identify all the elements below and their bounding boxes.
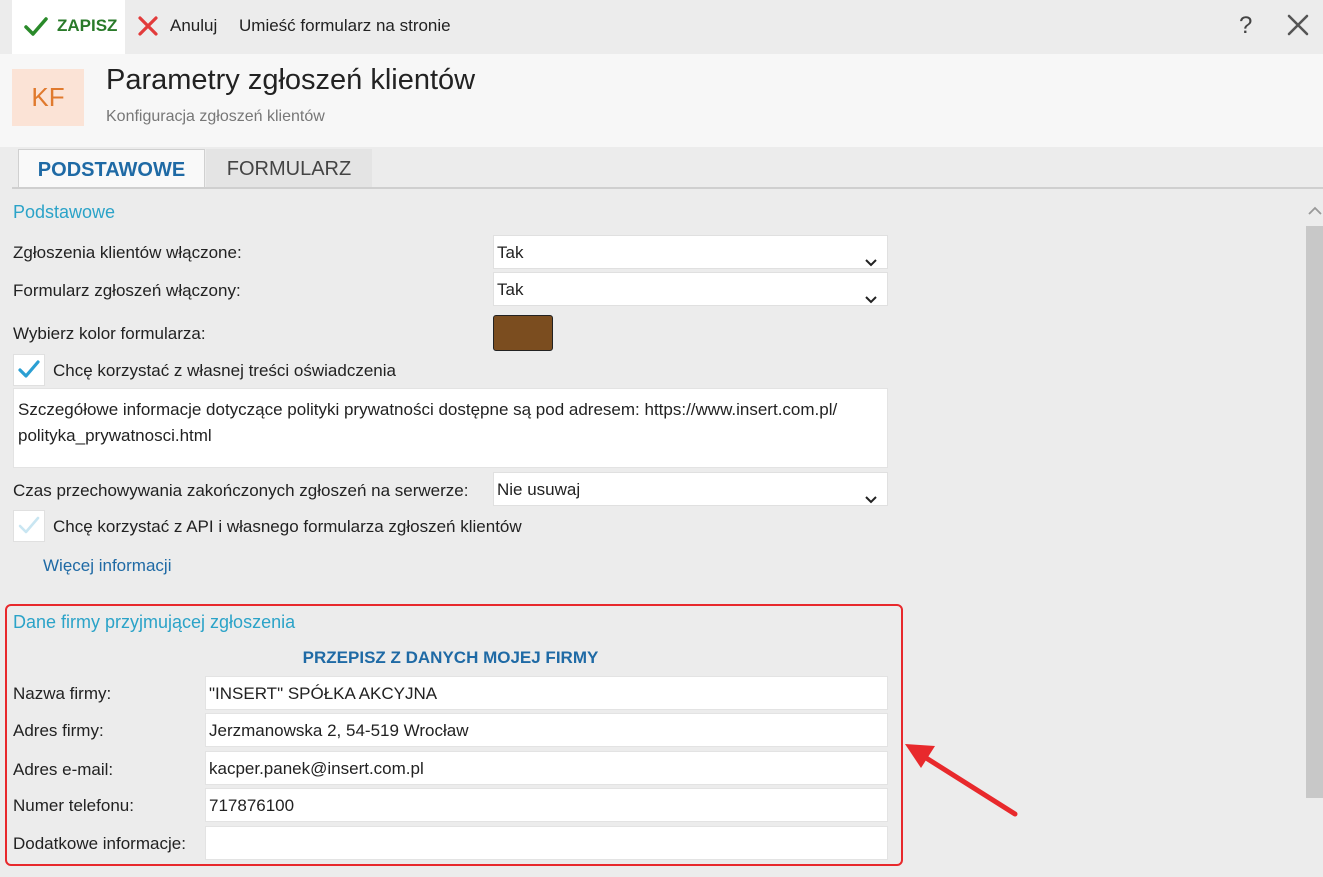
- form-enabled-select[interactable]: Tak: [493, 272, 888, 306]
- api-checkbox[interactable]: [13, 510, 45, 542]
- own-statement-label: Chcę korzystać z własnej treści oświadcz…: [53, 361, 396, 380]
- statement-textarea[interactable]: Szczegółowe informacje dotyczące polityk…: [13, 388, 888, 468]
- page-subtitle: Konfiguracja zgłoszeń klientów: [106, 108, 325, 125]
- cancel-x-icon[interactable]: [138, 16, 158, 41]
- section-title-company: Dane firmy przyjmującej zgłoszenia: [13, 612, 296, 632]
- company-extra-label: Dodatkowe informacje:: [13, 834, 186, 853]
- enabled-select-value: Tak: [497, 243, 524, 262]
- chevron-down-icon: [865, 484, 877, 517]
- statement-line-1: Szczegółowe informacje dotyczące polityk…: [18, 400, 838, 419]
- chevron-down-icon: [865, 284, 877, 317]
- tabs-divider: [12, 187, 1323, 189]
- own-statement-checkbox[interactable]: [13, 354, 45, 386]
- company-address-label: Adres firmy:: [13, 721, 104, 740]
- check-icon: [18, 516, 40, 534]
- retention-label: Czas przechowywania zakończonych zgłosze…: [13, 481, 469, 500]
- cancel-button[interactable]: Anuluj: [170, 16, 217, 36]
- page-title: Parametry zgłoszeń klientów: [106, 64, 476, 96]
- company-name-input[interactable]: "INSERT" SPÓŁKA AKCYJNA: [205, 676, 888, 710]
- enabled-label: Zgłoszenia klientów włączone:: [13, 243, 242, 262]
- help-icon[interactable]: ?: [1239, 12, 1252, 40]
- checkmark-icon: [24, 14, 48, 43]
- color-label: Wybierz kolor formularza:: [13, 324, 206, 343]
- vertical-scrollbar[interactable]: [1306, 226, 1323, 798]
- company-extra-input[interactable]: [205, 826, 888, 860]
- company-name-label: Nazwa firmy:: [13, 684, 112, 703]
- company-email-label: Adres e-mail:: [13, 760, 114, 779]
- scroll-up-icon[interactable]: [1308, 204, 1322, 222]
- company-phone-label: Numer telefonu:: [13, 796, 134, 815]
- form-enabled-select-value: Tak: [497, 280, 524, 299]
- statement-line-2: polityka_prywatnosci.html: [18, 426, 212, 445]
- color-picker[interactable]: [493, 315, 553, 351]
- company-phone-input[interactable]: 717876100: [205, 788, 888, 822]
- publish-form-button[interactable]: Umieść formularz na stronie: [239, 16, 451, 36]
- enabled-select[interactable]: Tak: [493, 235, 888, 269]
- section-title-basic: Podstawowe: [13, 202, 116, 222]
- tab-formularz[interactable]: FORMULARZ: [206, 149, 372, 187]
- close-icon[interactable]: [1286, 13, 1310, 42]
- api-label: Chcę korzystać z API i własnego formular…: [53, 517, 522, 536]
- retention-select[interactable]: Nie usuwaj: [493, 472, 888, 506]
- retention-select-value: Nie usuwaj: [497, 480, 581, 499]
- company-address-input[interactable]: Jerzmanowska 2, 54-519 Wrocław: [205, 713, 888, 747]
- company-email-input[interactable]: kacper.panek@insert.com.pl: [205, 751, 888, 785]
- copy-company-data-button[interactable]: PRZEPISZ Z DANYCH MOJEJ FIRMY: [13, 648, 888, 668]
- form-enabled-label: Formularz zgłoszeń włączony:: [13, 281, 241, 300]
- check-icon: [18, 360, 40, 378]
- save-label: ZAPISZ: [57, 16, 118, 35]
- more-info-link[interactable]: Więcej informacji: [43, 556, 171, 576]
- app-logo: KF: [12, 69, 84, 126]
- save-button[interactable]: ZAPISZ: [12, 0, 125, 54]
- tab-podstawowe[interactable]: PODSTAWOWE: [18, 149, 205, 187]
- annotation-arrow: [895, 732, 1025, 827]
